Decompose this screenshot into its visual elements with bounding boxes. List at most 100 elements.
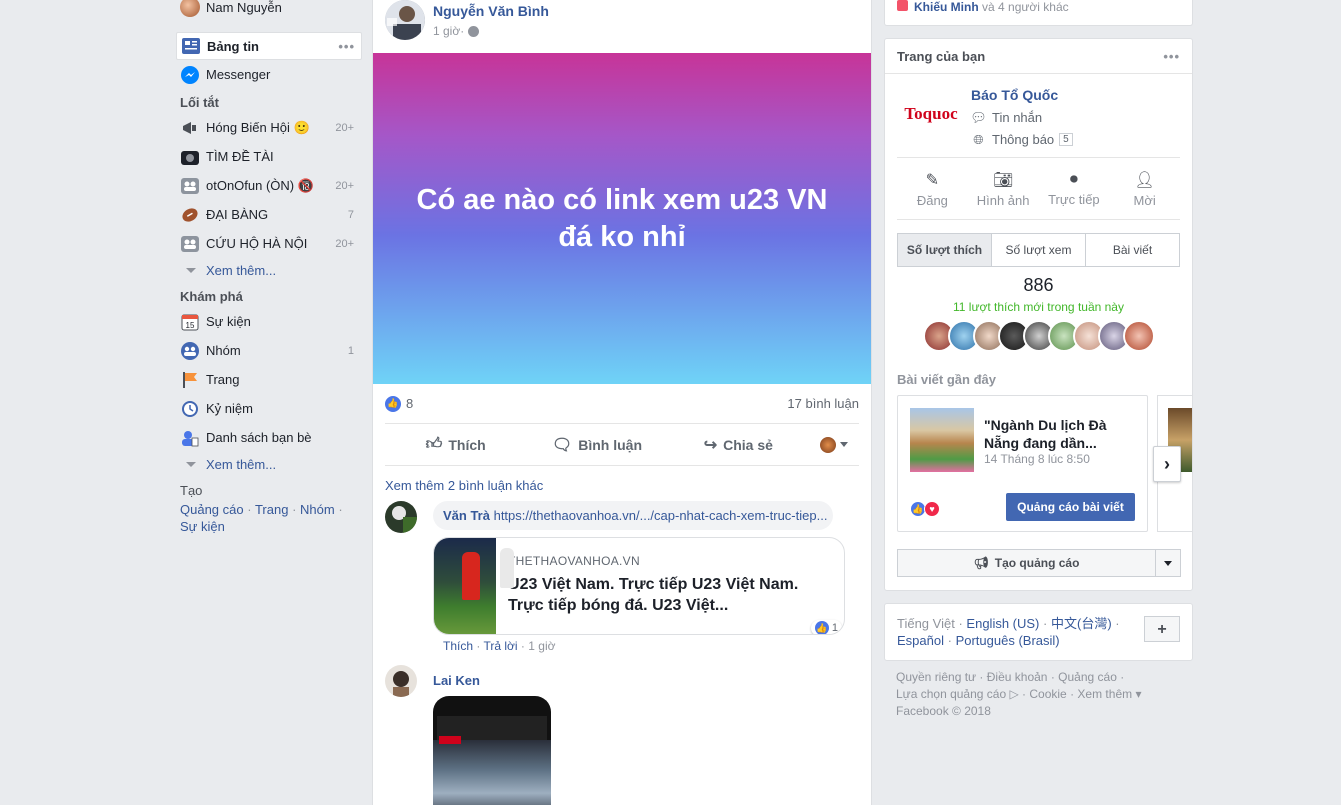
- action-label: Trực tiếp: [1048, 191, 1100, 207]
- terms-link[interactable]: Điều khoản: [987, 670, 1048, 684]
- create-group-link[interactable]: Nhóm: [300, 502, 335, 517]
- view-more-comments[interactable]: Xem thêm 2 bình luận khác: [373, 466, 871, 497]
- comment-reactions[interactable]: 👍 1: [810, 620, 842, 634]
- page-name[interactable]: Báo Tổ Quốc: [971, 87, 1058, 103]
- language-option[interactable]: Português (Brasil): [956, 633, 1060, 648]
- left-sidebar: Nam Nguyễn Bảng tin ••• Messenger Lối tắ…: [176, 0, 362, 535]
- edit-icon: ✎: [925, 171, 940, 189]
- recent-posts-title: Bài viết gần đây: [897, 372, 996, 387]
- recent-post-title: "Ngành Du lịch Đà Nẵng đang dần...: [984, 417, 1107, 451]
- comment-icon: 🗨︎: [551, 436, 573, 454]
- sidebar-item-friend-lists[interactable]: Danh sách bạn bè: [176, 423, 362, 452]
- right-column: Khiếu Minh và 4 người khác Trang của bạn…: [884, 0, 1193, 720]
- comment-button[interactable]: 🗨︎ Bình luận: [526, 435, 667, 455]
- language-current: Tiếng Việt: [897, 616, 955, 631]
- more-options-icon[interactable]: •••: [338, 39, 355, 54]
- create-event-link[interactable]: Sự kiện: [180, 519, 225, 534]
- chat-bubbles-icon: 💬︎: [970, 109, 987, 125]
- like-button[interactable]: 👍︎ Thích: [385, 435, 526, 454]
- sidebar-item-label: Danh sách bạn bè: [206, 430, 312, 445]
- comment-time[interactable]: 1 giờ: [528, 639, 555, 653]
- avatar[interactable]: [385, 501, 417, 533]
- avatar[interactable]: [385, 0, 425, 40]
- groups-icon: [180, 341, 200, 361]
- comment-author[interactable]: Lai Ken: [433, 665, 871, 688]
- tab-views[interactable]: Số lượt xem: [992, 234, 1086, 266]
- camera-icon: [180, 147, 200, 167]
- post-time-label: 1 giờ: [433, 24, 461, 38]
- sidebar-item-events[interactable]: 15 Sự kiện: [176, 307, 362, 336]
- create-page-link[interactable]: Trang: [255, 502, 288, 517]
- megaphone-icon: [180, 118, 200, 138]
- page-logo[interactable]: Toquoc: [897, 92, 965, 136]
- advertising-link[interactable]: Quảng cáo: [1058, 670, 1117, 684]
- sidebar-item-shortcut[interactable]: TÌM ĐỀ TÀI: [176, 142, 362, 171]
- post-actions: 👍︎ Thích 🗨︎ Bình luận ↪ Chia sẻ: [385, 424, 859, 466]
- tab-posts[interactable]: Bài viết: [1086, 234, 1179, 266]
- footer-more-link[interactable]: Xem thêm ▾: [1077, 687, 1141, 701]
- caret-down-icon: [1164, 560, 1172, 566]
- page-messages-link[interactable]: 💬︎ Tin nhắn: [970, 109, 1042, 126]
- birthday-name[interactable]: Khiếu Minh: [914, 0, 979, 14]
- language-option[interactable]: 中文(台灣): [1051, 616, 1112, 631]
- chevron-down-icon: [186, 462, 196, 467]
- comment-bubble: Văn Trà https://thethaovanhoa.vn/.../cap…: [433, 501, 833, 530]
- action-label: Đăng: [916, 192, 948, 208]
- cookies-link[interactable]: Cookie: [1029, 687, 1066, 701]
- comment-reply-link[interactable]: Trả lời: [483, 639, 517, 653]
- sidebar-item-shortcut[interactable]: Hóng Biến Hội 🙂 20+: [176, 113, 362, 142]
- sidebar-item-shortcut[interactable]: ĐẠI BÀNG 7: [176, 200, 362, 229]
- profile-link[interactable]: Nam Nguyễn: [176, 0, 362, 17]
- birthday-card: Khiếu Minh và 4 người khác: [884, 0, 1193, 26]
- reaction-profile-selector[interactable]: [809, 436, 859, 453]
- see-more-explore[interactable]: Xem thêm...: [176, 452, 362, 477]
- comment-image[interactable]: [433, 696, 551, 805]
- tab-likes[interactable]: Số lượt thích: [898, 234, 992, 266]
- photo-action-button[interactable]: 📷︎ Hình ảnh: [968, 158, 1039, 219]
- sidebar-item-memories[interactable]: Kỷ niệm: [176, 394, 362, 423]
- sidebar-item-shortcut[interactable]: otOnOfun (ÒN) 🔞 20+: [176, 171, 362, 200]
- comment-link[interactable]: https://thethaovanhoa.vn/.../cap-nhat-ca…: [494, 508, 828, 523]
- sidebar-item-shortcut[interactable]: CỨU HỘ HÀ NỘI 20+: [176, 229, 362, 258]
- recent-post-card[interactable]: "Ngành Du lịch Đà Nẵng đang dần... 14 Th…: [897, 395, 1148, 532]
- chevron-down-icon: [186, 268, 196, 273]
- more-options-icon[interactable]: •••: [1163, 49, 1180, 64]
- create-ad-label: Tạo quảng cáo: [994, 556, 1080, 570]
- birthday-rest[interactable]: và 4 người khác: [982, 0, 1069, 14]
- create-ad-dropdown[interactable]: [1156, 549, 1181, 577]
- share-button[interactable]: ↪ Chia sẻ: [668, 435, 809, 455]
- sidebar-item-pages[interactable]: Trang: [176, 365, 362, 394]
- action-label: Mời: [1133, 192, 1156, 208]
- chevron-right-icon[interactable]: ›: [1153, 446, 1181, 482]
- post-author[interactable]: Nguyễn Văn Bình: [433, 3, 549, 19]
- like-count[interactable]: 👍 8: [385, 395, 413, 412]
- comment-count[interactable]: 17 bình luận: [787, 396, 859, 411]
- language-option[interactable]: English (US): [966, 616, 1039, 631]
- page-notifications-link[interactable]: 🌐︎ Thông báo 5: [971, 132, 1073, 147]
- sidebar-item-label: Sự kiện: [206, 314, 251, 329]
- language-option[interactable]: Español: [897, 633, 944, 648]
- sidebar-item-groups[interactable]: Nhóm 1: [176, 336, 362, 365]
- ad-choices-link[interactable]: Lựa chọn quảng cáo ▷: [896, 687, 1019, 701]
- post-time[interactable]: 1 giờ ·: [433, 24, 480, 38]
- avatar[interactable]: [385, 665, 417, 697]
- comment-author[interactable]: Văn Trà: [443, 508, 490, 523]
- see-more-shortcuts[interactable]: Xem thêm...: [176, 258, 362, 283]
- create-ad-button[interactable]: 📢︎ Tạo quảng cáo: [897, 549, 1156, 577]
- add-person-icon: 👤︎: [1134, 171, 1155, 189]
- sidebar-item-news-feed[interactable]: Bảng tin •••: [176, 32, 362, 60]
- privacy-link[interactable]: Quyền riêng tư: [896, 670, 976, 684]
- add-language-button[interactable]: +: [1144, 616, 1180, 642]
- boost-post-button[interactable]: Quảng cáo bài viết: [1006, 493, 1135, 521]
- comment-like-link[interactable]: Thích: [443, 639, 473, 653]
- sidebar-item-label: CỨU HỘ HÀ NỘI: [206, 236, 308, 251]
- avatar[interactable]: [1122, 320, 1155, 352]
- post-action-button[interactable]: ✎ Đăng: [897, 158, 968, 219]
- invite-action-button[interactable]: 👤︎ Mời: [1109, 158, 1180, 219]
- recent-post-image: [910, 408, 974, 472]
- sidebar-item-messenger[interactable]: Messenger: [176, 60, 362, 89]
- live-action-button[interactable]: ⏺ Trực tiếp: [1039, 158, 1110, 219]
- recent-post-reactions[interactable]: 👍 ♥: [910, 501, 940, 517]
- create-ad-link[interactable]: Quảng cáo: [180, 502, 244, 517]
- link-preview-card[interactable]: THETHAOVANHOA.VN U23 Việt Nam. Trực tiếp…: [433, 537, 845, 635]
